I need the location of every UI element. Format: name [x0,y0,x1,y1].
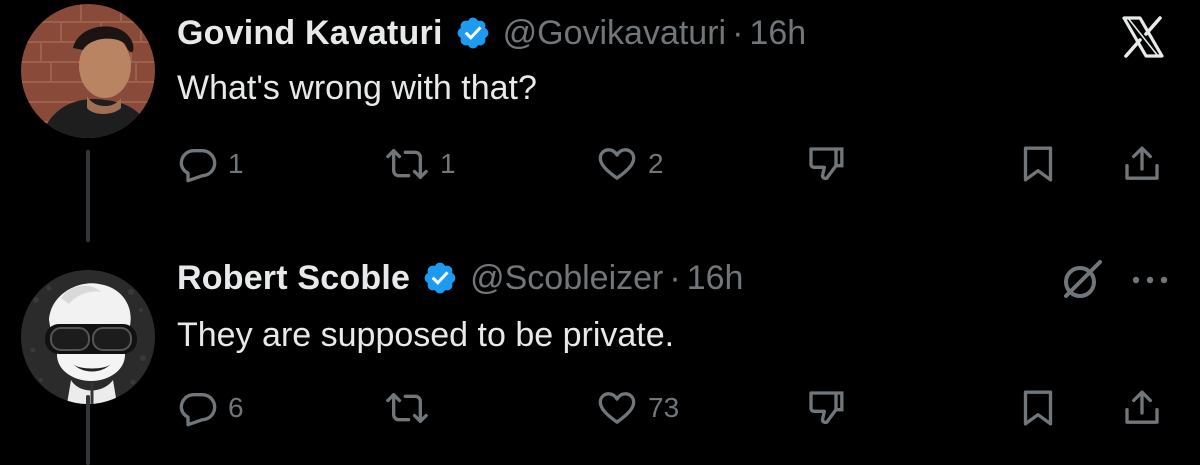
like-count: 2 [648,148,664,179]
more-icon[interactable] [1128,265,1172,295]
retweet-count: 1 [440,148,456,179]
thread-line [86,395,90,465]
share-icon [1120,144,1164,184]
timestamp[interactable]: 16h [749,14,806,53]
like-button[interactable]: 2 [596,144,664,184]
verified-badge-icon [422,260,458,296]
avatar[interactable] [21,4,155,138]
grok-icon[interactable] [1058,256,1106,304]
reply-thread: Govind Kavaturi @Govikavaturi · 16h What… [0,0,1200,465]
tweet[interactable]: Robert Scoble @Scobleizer · 16h They are… [0,229,1200,465]
tweet-header: Robert Scoble @Scobleizer · 16h [177,258,743,298]
reply-count: 6 [228,392,244,423]
tweet-text: They are supposed to be private. [177,316,675,354]
like-button[interactable]: 73 [596,388,679,428]
separator-dot: · [732,13,744,52]
dislike-button[interactable] [806,144,846,184]
bookmark-icon [1018,388,1058,428]
handle[interactable]: @Govikavaturi [503,14,726,53]
timestamp[interactable]: 16h [687,259,744,298]
retweet-icon [384,388,430,428]
reply-count: 1 [228,148,244,179]
display-name[interactable]: Robert Scoble [177,259,410,298]
dislike-icon [806,144,846,184]
x-logo-icon [1118,12,1168,62]
retweet-button[interactable] [384,388,440,428]
like-icon [596,144,638,184]
tweet[interactable]: Govind Kavaturi @Govikavaturi · 16h What… [0,0,1200,242]
bookmark-button[interactable] [1018,144,1058,184]
handle[interactable]: @Scobleizer [470,259,663,298]
share-button[interactable] [1120,144,1164,184]
like-count: 73 [648,392,680,423]
tweet-text: What's wrong with that? [177,69,537,107]
reply-icon [178,388,218,428]
tweet-header: Govind Kavaturi @Govikavaturi · 16h [177,13,806,53]
share-icon [1120,388,1164,428]
reply-button[interactable]: 6 [178,388,244,428]
reply-icon [178,144,218,184]
dislike-button[interactable] [806,388,846,428]
reply-button[interactable]: 1 [178,144,244,184]
retweet-icon [384,144,430,184]
separator-dot: · [669,258,681,297]
avatar[interactable] [21,270,155,404]
display-name[interactable]: Govind Kavaturi [177,14,443,53]
retweet-button[interactable]: 1 [384,144,456,184]
share-button[interactable] [1120,388,1164,428]
bookmark-button[interactable] [1018,388,1058,428]
verified-badge-icon [455,15,491,51]
bookmark-icon [1018,144,1058,184]
dislike-icon [806,388,846,428]
like-icon [596,388,638,428]
